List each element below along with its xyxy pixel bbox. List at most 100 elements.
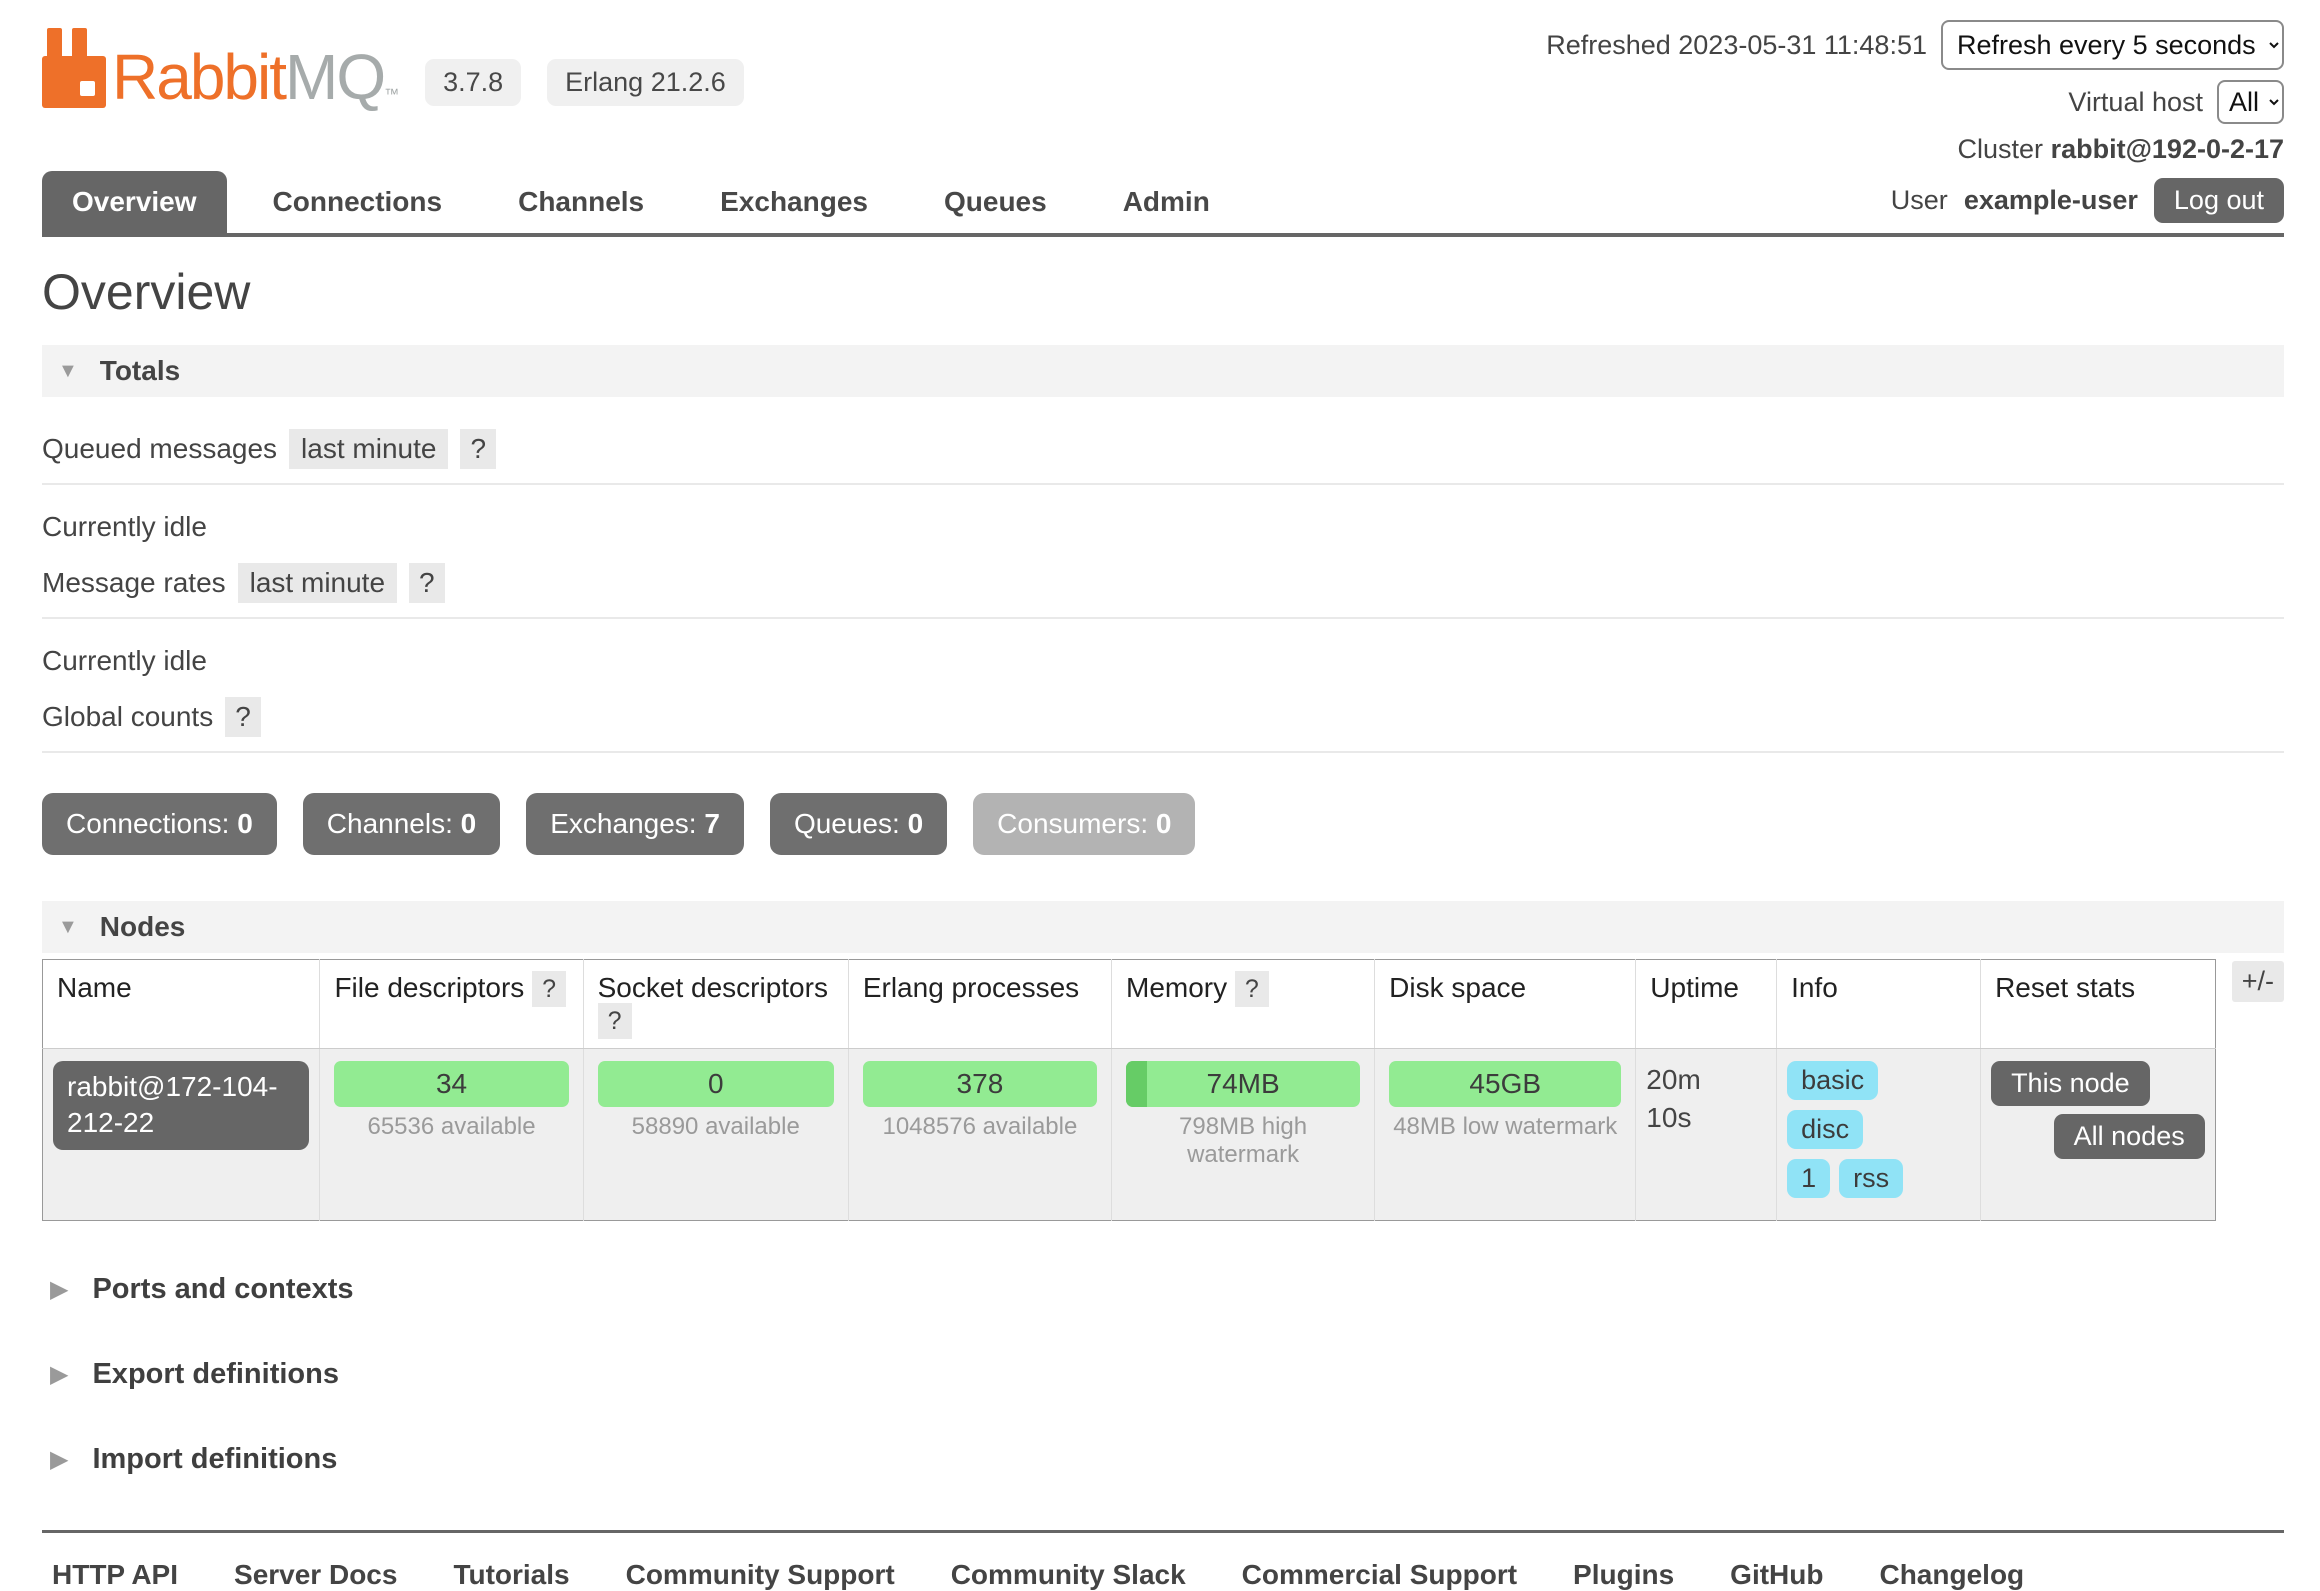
memory-meter: 74MB <box>1126 1061 1360 1107</box>
footer-links: HTTP API Server Docs Tutorials Community… <box>52 1559 2274 1591</box>
rates-window-chip[interactable]: last minute <box>238 563 397 603</box>
help-icon[interactable]: ? <box>598 1003 632 1039</box>
socket-descriptors-cell: 0 58890 available <box>583 1049 848 1221</box>
reset-all-nodes-button[interactable]: All nodes <box>2054 1114 2205 1159</box>
reset-this-node-button[interactable]: This node <box>1991 1061 2150 1106</box>
col-header-disk-space: Disk space <box>1375 960 1636 1049</box>
col-header-reset-stats: Reset stats <box>1981 960 2216 1049</box>
help-icon[interactable]: ? <box>409 563 445 603</box>
socket-descriptors-available: 58890 available <box>594 1113 838 1141</box>
nodes-section-label: Nodes <box>100 911 186 943</box>
queued-idle-status: Currently idle <box>42 511 2284 543</box>
nodes-table: Name File descriptors ? Socket descripto… <box>42 959 2216 1221</box>
import-definitions-section[interactable]: ▶ Import definitions <box>50 1443 2284 1476</box>
brand-group: RabbitMQ™ 3.7.8 Erlang 21.2.6 <box>42 20 744 108</box>
cluster-label: Cluster <box>1958 134 2044 164</box>
rabbitmq-version-badge: 3.7.8 <box>425 59 521 106</box>
virtual-host-select[interactable]: All <box>2217 80 2284 124</box>
refresh-row: Refreshed 2023-05-31 11:48:51 Refresh ev… <box>1546 20 2284 70</box>
message-rates-label: Message rates <box>42 567 226 599</box>
footer-link-http-api[interactable]: HTTP API <box>52 1559 178 1591</box>
connections-count-badge: Connections: 0 <box>42 793 277 855</box>
disk-space-meter: 45GB <box>1389 1061 1621 1107</box>
tab-admin[interactable]: Admin <box>1093 171 1240 233</box>
export-definitions-section[interactable]: ▶ Export definitions <box>50 1358 2284 1391</box>
footer-link-community-slack[interactable]: Community Slack <box>951 1559 1186 1591</box>
erlang-version-badge: Erlang 21.2.6 <box>547 59 744 106</box>
footer-link-plugins[interactable]: Plugins <box>1573 1559 1674 1591</box>
tabs: Overview Connections Channels Exchanges … <box>42 171 1240 233</box>
user-label: User <box>1891 185 1948 216</box>
footer: HTTP API Server Docs Tutorials Community… <box>42 1530 2284 1591</box>
node-type-badge-basic: basic <box>1787 1061 1878 1100</box>
column-toggle-button[interactable]: +/- <box>2232 961 2284 1002</box>
tab-exchanges[interactable]: Exchanges <box>690 171 898 233</box>
help-icon[interactable]: ? <box>532 971 566 1007</box>
brand-mq-text: MQ <box>285 41 384 113</box>
footer-link-tutorials[interactable]: Tutorials <box>453 1559 569 1591</box>
queues-count-badge: Queues: 0 <box>770 793 947 855</box>
col-header-erlang-processes: Erlang processes <box>848 960 1111 1049</box>
queued-messages-label: Queued messages <box>42 433 277 465</box>
header-right: Refreshed 2023-05-31 11:48:51 Refresh ev… <box>1546 20 2284 165</box>
file-descriptors-available: 65536 available <box>330 1113 572 1141</box>
logout-button[interactable]: Log out <box>2154 178 2284 223</box>
node-type-badge-disc: disc <box>1787 1110 1863 1149</box>
memory-watermark: 798MB high watermark <box>1122 1113 1364 1169</box>
file-descriptors-meter: 34 <box>334 1061 568 1107</box>
export-definitions-label: Export definitions <box>92 1358 339 1391</box>
page-title: Overview <box>42 263 2284 321</box>
info-cell: basicdisc 1rss <box>1777 1049 1981 1221</box>
footer-link-community-support[interactable]: Community Support <box>626 1559 895 1591</box>
footer-link-github[interactable]: GitHub <box>1730 1559 1823 1591</box>
erlang-processes-meter: 378 <box>863 1061 1097 1107</box>
version-badges: 3.7.8 Erlang 21.2.6 <box>425 59 744 106</box>
erlang-processes-cell: 378 1048576 available <box>848 1049 1111 1221</box>
node-name-badge[interactable]: rabbit@172-104-212-22 <box>53 1061 309 1150</box>
collapse-triangle-icon: ▼ <box>58 916 78 939</box>
footer-link-commercial-support[interactable]: Commercial Support <box>1242 1559 1517 1591</box>
ports-and-contexts-section[interactable]: ▶ Ports and contexts <box>50 1273 2284 1306</box>
rabbitmq-logo-icon <box>42 28 106 108</box>
message-rates-row: Message rates last minute ? <box>42 563 2284 619</box>
uptime-value-line1: 20m <box>1646 1061 1766 1099</box>
col-header-memory: Memory ? <box>1112 960 1375 1049</box>
global-counts-row: Global counts ? <box>42 697 2284 753</box>
tab-queues[interactable]: Queues <box>914 171 1077 233</box>
node-name-cell: rabbit@172-104-212-22 <box>43 1049 320 1221</box>
socket-descriptors-meter: 0 <box>598 1061 834 1107</box>
refreshed-timestamp: Refreshed 2023-05-31 11:48:51 <box>1546 30 1927 61</box>
memory-cell: 74MB 798MB high watermark <box>1112 1049 1375 1221</box>
table-header-row: Name File descriptors ? Socket descripto… <box>43 960 2216 1049</box>
totals-section-header[interactable]: ▼ Totals <box>42 345 2284 397</box>
col-header-uptime: Uptime <box>1636 960 1777 1049</box>
channels-count-badge: Channels: 0 <box>303 793 500 855</box>
tab-connections[interactable]: Connections <box>243 171 473 233</box>
refresh-interval-select[interactable]: Refresh every 5 seconds <box>1941 20 2284 70</box>
col-header-name: Name <box>43 960 320 1049</box>
node-row: rabbit@172-104-212-22 34 65536 available… <box>43 1049 2216 1221</box>
footer-link-server-docs[interactable]: Server Docs <box>234 1559 397 1591</box>
help-icon[interactable]: ? <box>460 429 496 469</box>
footer-link-changelog[interactable]: Changelog <box>1879 1559 2024 1591</box>
col-header-file-descriptors: File descriptors ? <box>320 960 583 1049</box>
tab-channels[interactable]: Channels <box>488 171 674 233</box>
nodes-table-area: Name File descriptors ? Socket descripto… <box>42 959 2284 1221</box>
global-counts-label: Global counts <box>42 701 213 733</box>
node-info-badge-1: 1 <box>1787 1159 1830 1198</box>
help-icon[interactable]: ? <box>225 697 261 737</box>
queued-window-chip[interactable]: last minute <box>289 429 448 469</box>
rabbitmq-logo: RabbitMQ™ <box>42 28 397 108</box>
collapse-triangle-icon: ▼ <box>58 360 78 383</box>
brand-wordmark: RabbitMQ™ <box>112 47 397 108</box>
disk-space-watermark: 48MB low watermark <box>1385 1113 1625 1141</box>
cluster-name: rabbit@192-0-2-17 <box>2051 134 2284 164</box>
virtual-host-label: Virtual host <box>2068 87 2203 118</box>
rates-idle-status: Currently idle <box>42 645 2284 677</box>
file-descriptors-cell: 34 65536 available <box>320 1049 583 1221</box>
tab-overview[interactable]: Overview <box>42 171 227 233</box>
uptime-value-line2: 10s <box>1646 1099 1766 1137</box>
help-icon[interactable]: ? <box>1235 971 1269 1007</box>
trademark-symbol: ™ <box>384 86 397 103</box>
nodes-section-header[interactable]: ▼ Nodes <box>42 901 2284 953</box>
